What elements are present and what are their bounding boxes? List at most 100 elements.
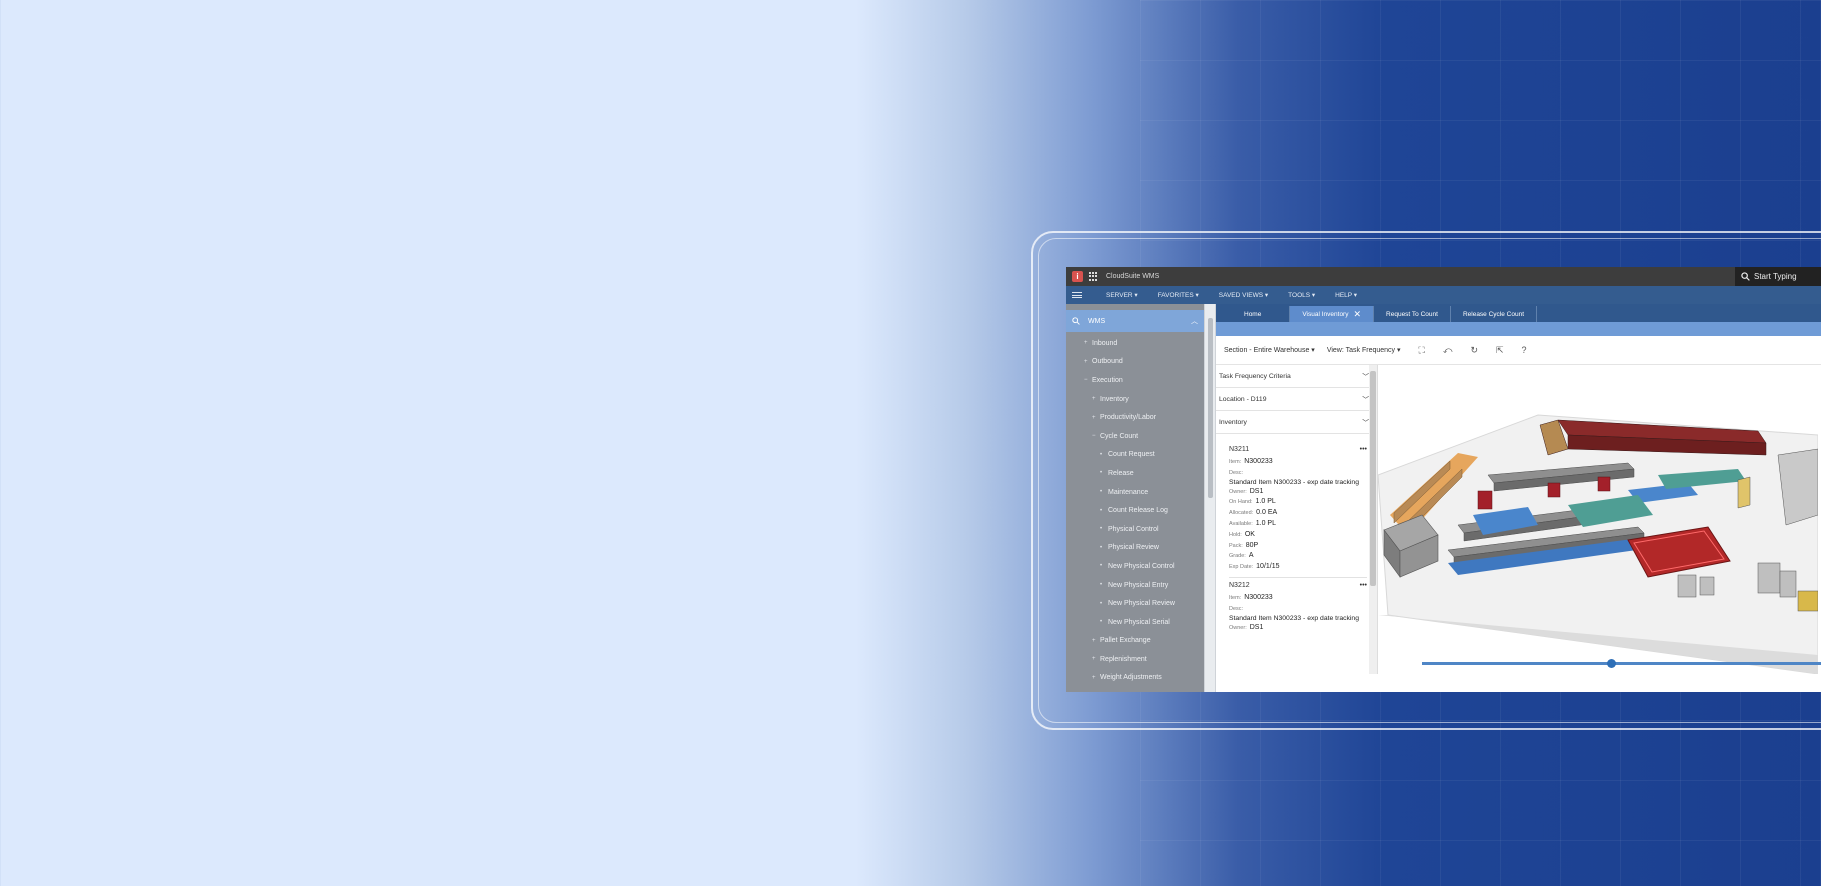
field-label: Exp Date: (1229, 564, 1254, 571)
app-grid-icon[interactable] (1089, 271, 1099, 282)
refresh-icon[interactable]: ↻ (1470, 345, 1478, 356)
nav-help[interactable]: HELP ▾ (1335, 291, 1357, 299)
nav-favorites[interactable]: FAVORITES ▾ (1158, 291, 1199, 299)
tab-bar: Home Visual Inventory ✕ Request To Count… (1216, 304, 1821, 322)
warehouse-3d-view[interactable] (1378, 365, 1821, 674)
sidebar-item-release[interactable]: • Release (1066, 464, 1204, 483)
accordion-inventory[interactable]: Inventory ﹀ (1216, 411, 1377, 434)
sidebar-item-new-physical-serial[interactable]: • New Physical Serial (1066, 613, 1204, 632)
tree-marker-icon: + (1092, 414, 1096, 421)
field-label: Desc: (1229, 605, 1244, 612)
nav-server[interactable]: SERVER ▾ (1106, 291, 1138, 299)
sidebar-item-cycle-count[interactable]: − Cycle Count (1066, 427, 1204, 446)
tree-marker-icon: • (1100, 526, 1103, 533)
sidebar-item-productivity-labor[interactable]: + Productivity/Labor (1066, 408, 1204, 427)
tree-marker-icon: • (1100, 619, 1103, 626)
sidebar-item-count-release-log[interactable]: • Count Release Log (1066, 501, 1204, 520)
fit-view-icon[interactable]: ⛶ (1419, 345, 1425, 356)
field-label: Allocated: (1229, 510, 1254, 517)
tree-marker-icon: • (1100, 582, 1103, 589)
search-placeholder: Start Typing (1754, 272, 1797, 281)
sidebar-item-label: Inventory (1100, 395, 1129, 403)
card-id: N3212 (1229, 581, 1250, 589)
sidebar-item-replenishment[interactable]: + Replenishment (1066, 650, 1204, 669)
chevron-down-icon: ﹀ (1362, 420, 1369, 427)
tree-marker-icon: • (1100, 507, 1103, 514)
sidebar-item-new-physical-entry[interactable]: • New Physical Entry (1066, 576, 1204, 595)
sidebar-item-weight-adjustments[interactable]: + Weight Adjustments (1066, 669, 1204, 688)
sidebar-item-new-physical-control[interactable]: • New Physical Control (1066, 557, 1204, 576)
search-icon (1072, 317, 1080, 325)
close-icon[interactable]: ✕ (1353, 309, 1361, 320)
sidebar-item-label: Physical Control (1108, 525, 1159, 533)
tab-request-to-count[interactable]: Request To Count (1374, 306, 1451, 322)
sidebar-item-label: Count Request (1108, 451, 1155, 459)
tree-marker-icon: • (1100, 600, 1103, 607)
sidebar-root-label: WMS (1088, 317, 1106, 325)
tab-content-band (1216, 322, 1821, 336)
search-input[interactable]: Start Typing (1735, 267, 1821, 286)
more-options-icon[interactable]: ••• (1360, 582, 1367, 589)
desc-value: Standard Item N300233 - exp date trackin… (1229, 614, 1359, 622)
slider-knob[interactable] (1607, 658, 1616, 668)
sidebar-item-label: Release (1108, 469, 1134, 477)
help-icon[interactable]: ? (1522, 345, 1527, 355)
scrollbar-thumb[interactable] (1370, 371, 1376, 586)
accordion-location[interactable]: Location - D119 ﹀ (1216, 388, 1377, 411)
time-slider[interactable] (1422, 658, 1821, 668)
field-label: Pack: (1229, 542, 1243, 549)
inventory-card: N3211 ••• Item: N300233 Desc: Standard Ite… (1216, 434, 1377, 633)
tree-marker-icon: • (1100, 470, 1103, 477)
nav-tools[interactable]: TOOLS ▾ (1288, 291, 1315, 299)
sidebar-item-physical-review[interactable]: • Physical Review (1066, 539, 1204, 558)
chevron-down-icon: ﹀ (1362, 397, 1369, 404)
sidebar-item-execution[interactable]: − Execution (1066, 371, 1204, 390)
caret-down-icon: ▾ (1311, 347, 1315, 354)
main-nav: SERVER ▾ FAVORITES ▾ SAVED VIEWS ▾ TOOLS… (1066, 286, 1821, 304)
top-bar: i CloudSuite WMS Start Typing (1066, 267, 1821, 286)
onhand-value: 1.0 PL (1255, 498, 1276, 506)
visual-toolbar: Section - Entire Warehouse ▾ View: Task … (1216, 336, 1821, 365)
chevron-up-icon[interactable]: ︿ (1191, 316, 1198, 326)
sidebar-root-wms[interactable]: WMS ︿ (1066, 310, 1204, 332)
sidebar-scrollbar[interactable] (1204, 304, 1216, 692)
sidebar: WMS ︿ + Inbound + Outbound − Execution + Invent… (1066, 304, 1204, 692)
sidebar-item-pallet-exchange[interactable]: + Pallet Exchange (1066, 632, 1204, 651)
expdate-value: 10/1/15 (1256, 563, 1280, 571)
tab-visual-inventory-label: Visual Inventory (1302, 310, 1349, 318)
field-label: Available: (1229, 520, 1253, 527)
rotate-icon[interactable]: ⤺ (1443, 345, 1453, 356)
accordion-task-frequency-criteria[interactable]: Task Frequency Criteria ﹀ (1216, 365, 1377, 388)
field-label: Owner: (1229, 488, 1247, 495)
section-dropdown[interactable]: Section - Entire Warehouse ▾ (1224, 346, 1315, 354)
pack-value: 80P (1245, 541, 1259, 549)
sidebar-item-label: Maintenance (1108, 488, 1149, 496)
sidebar-item-label: Count Release Log (1108, 507, 1168, 515)
sidebar-item-new-physical-review[interactable]: • New Physical Review (1066, 594, 1204, 613)
sidebar-item-physical-control[interactable]: • Physical Control (1066, 520, 1204, 539)
sidebar-item-inventory[interactable]: + Inventory (1066, 390, 1204, 409)
scrollbar-thumb[interactable] (1208, 318, 1213, 498)
view-dropdown[interactable]: View: Task Frequency ▾ (1327, 346, 1401, 354)
sidebar-item-outbound[interactable]: + Outbound (1066, 353, 1204, 372)
panel-scrollbar[interactable] (1369, 365, 1377, 674)
sidebar-item-label: New Physical Control (1108, 562, 1175, 570)
tab-release-cycle-count[interactable]: Release Cycle Count (1451, 306, 1538, 322)
hamburger-menu-icon[interactable] (1072, 292, 1082, 298)
tree-marker-icon: + (1084, 358, 1088, 365)
sidebar-item-label: New Physical Entry (1108, 581, 1169, 589)
sidebar-item-inbound[interactable]: + Inbound (1066, 334, 1204, 353)
sidebar-item-count-request[interactable]: • Count Request (1066, 446, 1204, 465)
tab-home[interactable]: Home (1216, 306, 1291, 322)
available-value: 1.0 PL (1255, 519, 1276, 527)
warehouse-3d-render (1378, 414, 1818, 674)
item-value: N300233 (1244, 593, 1273, 601)
export-icon[interactable]: ⇱ (1496, 345, 1504, 356)
more-options-icon[interactable]: ••• (1360, 446, 1367, 453)
tree-marker-icon: • (1100, 563, 1103, 570)
tab-visual-inventory[interactable]: Visual Inventory ✕ (1290, 306, 1375, 322)
app-logo[interactable]: i (1072, 271, 1083, 282)
sidebar-item-maintenance[interactable]: • Maintenance (1066, 483, 1204, 502)
section-dropdown-label: Section - Entire Warehouse (1224, 347, 1310, 354)
nav-saved-views[interactable]: SAVED VIEWS ▾ (1219, 291, 1268, 299)
